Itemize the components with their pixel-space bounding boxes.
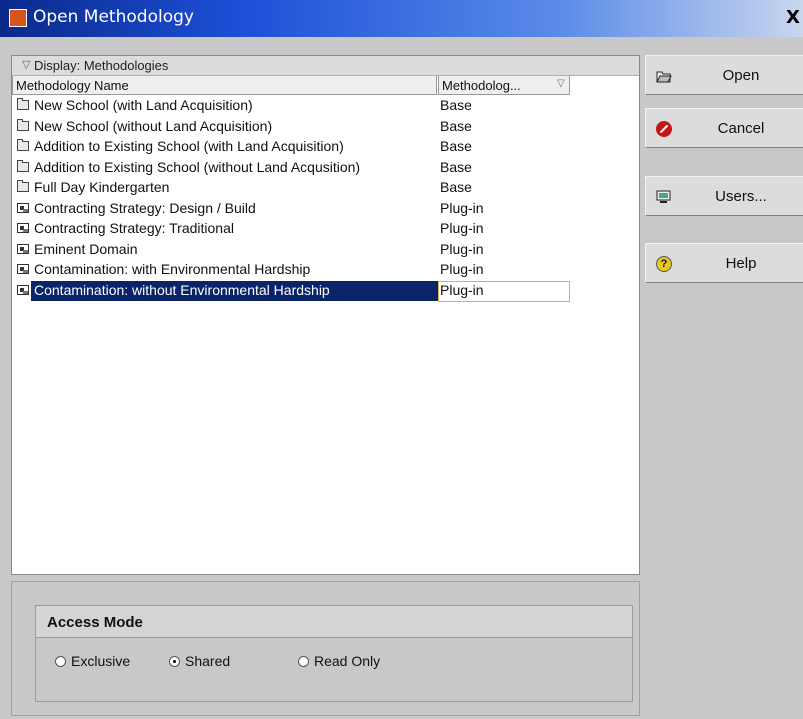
folder-icon bbox=[17, 180, 29, 192]
open-button-label: Open bbox=[722, 67, 760, 84]
window-title: Open Methodology bbox=[33, 7, 194, 27]
plugin-icon bbox=[17, 223, 29, 233]
radio-shared-label: Shared bbox=[185, 653, 231, 669]
list-row[interactable]: Eminent Domain Plug-in bbox=[12, 240, 639, 261]
app-icon bbox=[9, 9, 27, 27]
folder-icon bbox=[17, 159, 29, 172]
radio-shared-circle[interactable] bbox=[169, 656, 180, 667]
list-row[interactable]: New School (with Land Acquisition) Base bbox=[12, 96, 639, 117]
list-row[interactable]: Contamination: without Environmental Har… bbox=[12, 280, 639, 302]
methodology-type: Base bbox=[440, 138, 472, 154]
methodology-name: Eminent Domain bbox=[34, 240, 138, 257]
column-header-name[interactable]: Methodology Name bbox=[12, 76, 437, 95]
methodology-type: Base bbox=[440, 179, 472, 195]
methodology-name: Contracting Strategy: Design / Build bbox=[34, 199, 256, 216]
column-header-methodology[interactable]: Methodolog... ▽ bbox=[438, 76, 570, 95]
plugin-icon bbox=[17, 264, 29, 274]
methodology-name: New School (without Land Acquisition) bbox=[34, 117, 273, 134]
users-button[interactable]: Users... bbox=[645, 176, 803, 216]
close-button[interactable]: X bbox=[786, 7, 800, 28]
access-mode-title: Access Mode bbox=[36, 606, 632, 638]
open-folder-icon bbox=[656, 68, 672, 84]
open-button[interactable]: Open bbox=[645, 55, 803, 95]
cancel-icon bbox=[656, 121, 672, 137]
folder-icon bbox=[17, 118, 29, 131]
methodology-name: Contracting Strategy: Traditional bbox=[34, 220, 234, 236]
display-label: Display: Methodologies bbox=[34, 58, 169, 73]
methodology-name: Contamination: without Environmental Har… bbox=[34, 281, 330, 298]
methodology-name: Full Day Kindergarten bbox=[34, 179, 170, 195]
list-row[interactable]: Contracting Strategy: Traditional Plug-in bbox=[12, 219, 639, 240]
radio-read-only-circle[interactable] bbox=[298, 656, 309, 667]
radio-read-only[interactable]: Read Only bbox=[298, 653, 380, 669]
list-row[interactable]: Contracting Strategy: Design / Build Plug… bbox=[12, 199, 639, 220]
users-icon bbox=[656, 189, 672, 205]
list-row[interactable]: New School (without Land Acquisition) Bas… bbox=[12, 117, 639, 138]
column-header-methodology-label: Methodolog... bbox=[442, 78, 521, 93]
radio-exclusive-label: Exclusive bbox=[71, 653, 131, 669]
sort-filter-icon[interactable]: ▽ bbox=[557, 78, 565, 89]
radio-exclusive-circle[interactable] bbox=[55, 656, 66, 667]
list-row[interactable]: Full Day Kindergarten Base bbox=[12, 178, 639, 199]
cancel-button[interactable]: Cancel bbox=[645, 108, 803, 148]
list-rows: New School (with Land Acquisition) Base Ne… bbox=[12, 96, 639, 302]
help-button-label: Help bbox=[725, 255, 757, 272]
methodology-name: Contamination: with Environmental Hardsh… bbox=[34, 261, 311, 277]
list-row[interactable]: Addition to Existing School (with Land A… bbox=[12, 137, 639, 158]
methodology-name: Addition to Existing School (with Land A… bbox=[34, 138, 344, 154]
chevron-down-icon: ▽ bbox=[22, 59, 31, 71]
plugin-icon bbox=[17, 202, 29, 213]
access-mode-group: Access Mode Exclusive Shared Read Only bbox=[35, 605, 633, 702]
folder-icon bbox=[17, 139, 29, 151]
help-icon: ? bbox=[656, 256, 672, 272]
plugin-icon bbox=[17, 243, 29, 254]
help-button[interactable]: ? Help bbox=[645, 243, 803, 283]
dialog-client: ▽ Display: Methodologies Methodology Nam… bbox=[0, 37, 803, 719]
methodology-name: New School (with Land Acquisition) bbox=[34, 97, 253, 113]
methodology-type: Plug-in bbox=[440, 220, 484, 236]
methodology-name: Addition to Existing School (without Lan… bbox=[34, 158, 361, 175]
folder-icon bbox=[17, 98, 29, 110]
access-mode-panel: Access Mode Exclusive Shared Read Only bbox=[11, 581, 640, 716]
cancel-button-label: Cancel bbox=[717, 120, 765, 137]
methodology-type: Plug-in bbox=[440, 240, 484, 257]
methodology-type: Base bbox=[440, 117, 472, 134]
methodology-type: Plug-in bbox=[440, 199, 484, 216]
list-row[interactable]: Addition to Existing School (without Lan… bbox=[12, 158, 639, 179]
display-filter[interactable]: ▽ Display: Methodologies bbox=[12, 56, 639, 76]
radio-read-only-label: Read Only bbox=[314, 653, 381, 669]
methodology-type: Plug-in bbox=[440, 261, 484, 277]
methodology-type: Plug-in bbox=[440, 281, 484, 298]
methodology-list: ▽ Display: Methodologies Methodology Nam… bbox=[11, 55, 640, 575]
methodology-type: Base bbox=[440, 158, 472, 175]
list-row[interactable]: Contamination: with Environmental Hardsh… bbox=[12, 260, 639, 281]
plugin-icon bbox=[17, 284, 29, 295]
title-bar: Open Methodology X bbox=[0, 0, 803, 37]
methodology-type: Base bbox=[440, 97, 472, 113]
users-button-label: Users... bbox=[715, 188, 767, 205]
radio-exclusive[interactable]: Exclusive bbox=[55, 653, 130, 669]
radio-shared[interactable]: Shared bbox=[169, 653, 230, 669]
